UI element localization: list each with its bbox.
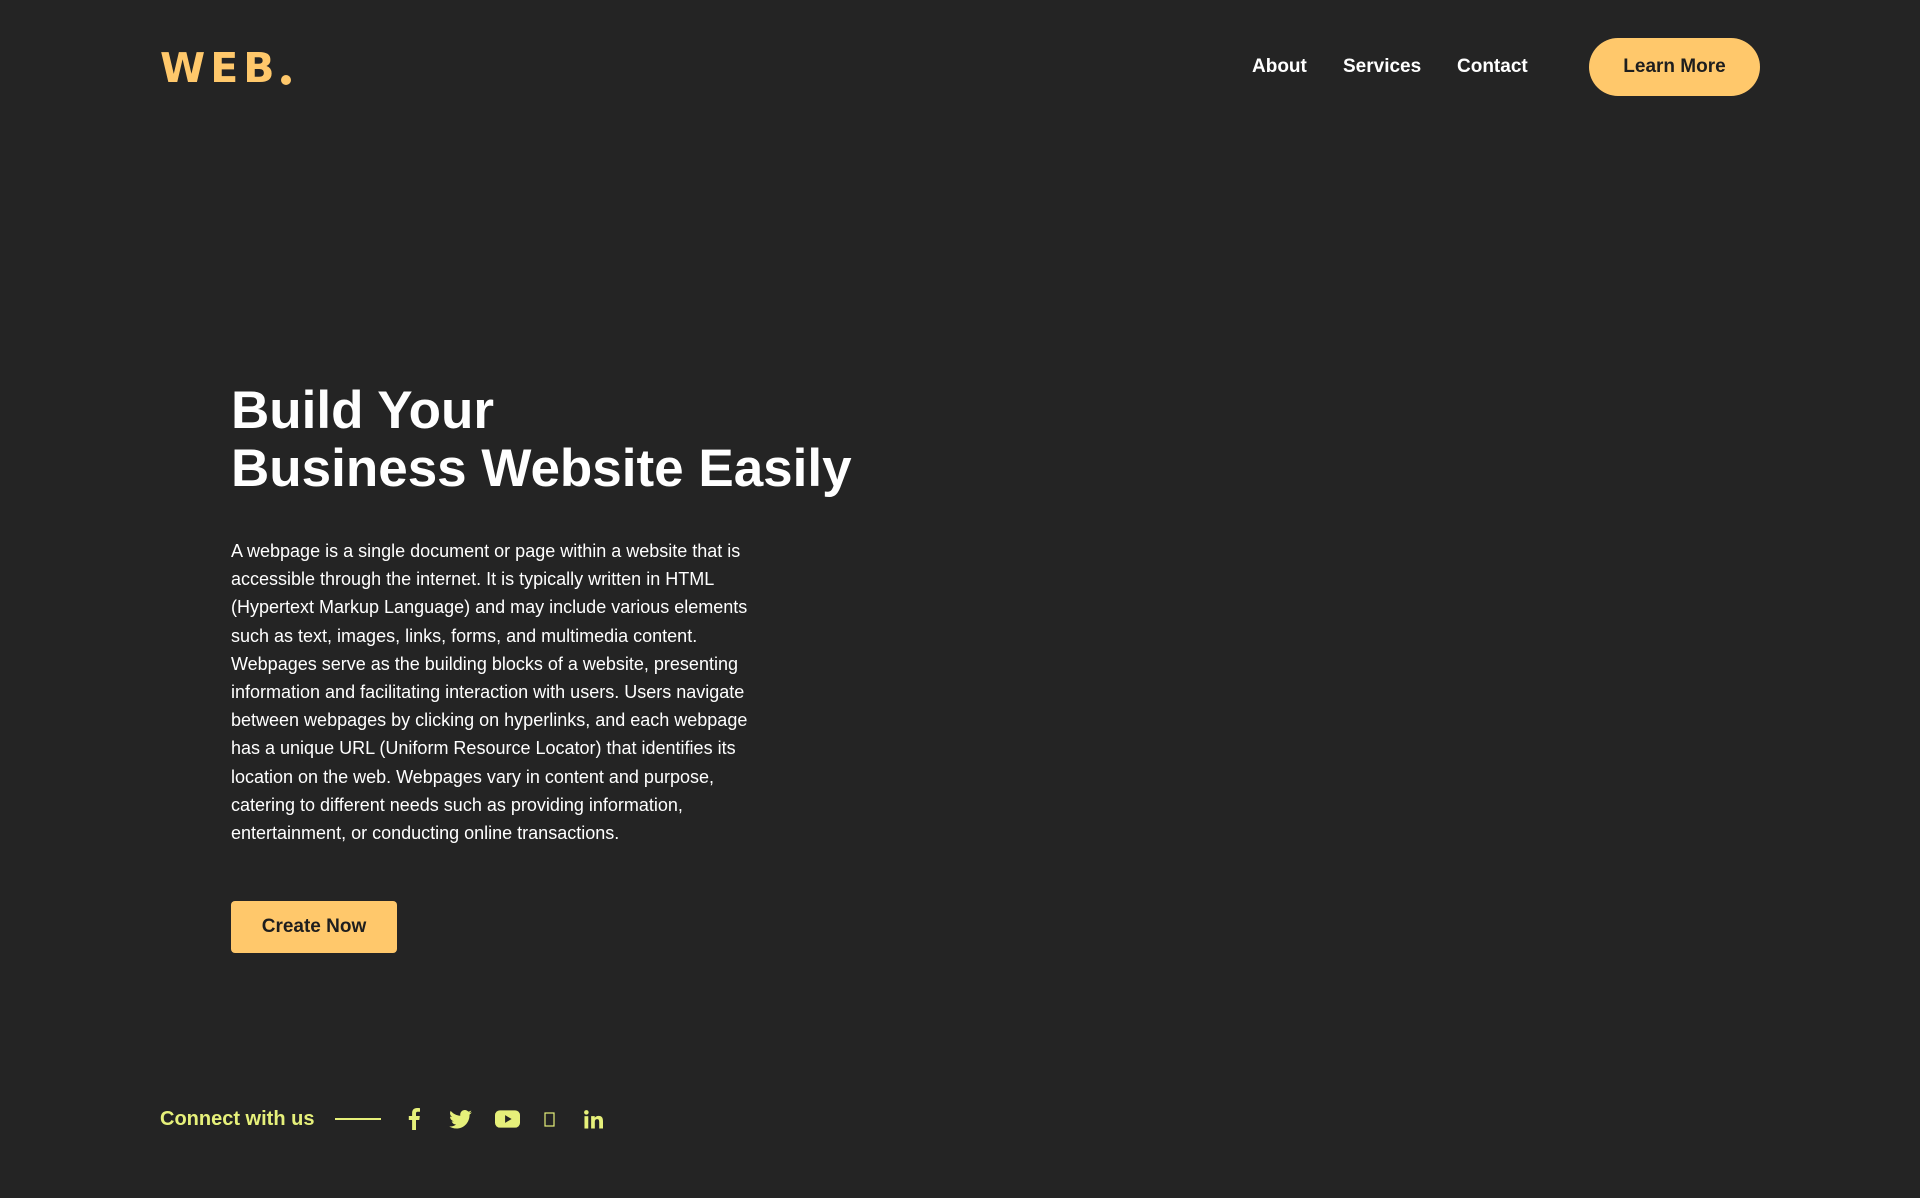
linkedin-icon[interactable] (583, 1102, 603, 1136)
hero-title: Build Your Business Website Easily (231, 382, 951, 498)
instagram-icon[interactable] (542, 1102, 556, 1136)
connect-divider (335, 1118, 382, 1120)
connect-with-us: Connect with us (160, 1102, 603, 1136)
social-links (407, 1102, 603, 1136)
hero-title-line-1: Build Your (231, 381, 495, 440)
hero-description: A webpage is a single document or page w… (231, 541, 748, 844)
nav-link-contact[interactable]: Contact (1457, 52, 1528, 82)
learn-more-button[interactable]: Learn More (1589, 38, 1760, 96)
connect-label: Connect with us (160, 1107, 315, 1130)
hero-title-line-2: Business Website Easily (231, 439, 852, 498)
twitter-icon[interactable] (448, 1102, 472, 1136)
landing-page: WEB About Services Contact Learn More Bu… (0, 0, 1920, 1198)
nav-link-services[interactable]: Services (1343, 52, 1421, 82)
nav-link-about[interactable]: About (1252, 52, 1307, 82)
create-now-button[interactable]: Create Now (231, 901, 397, 953)
youtube-icon[interactable] (494, 1102, 520, 1136)
facebook-icon[interactable] (407, 1102, 421, 1136)
